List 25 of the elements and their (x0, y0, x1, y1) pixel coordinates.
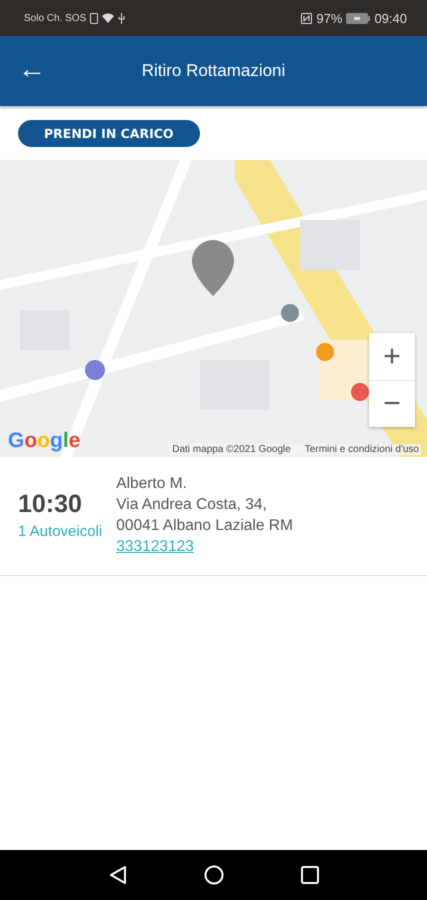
address-line: 00041 Albano Laziale RM (116, 516, 293, 536)
pickup-time: 10:30 (18, 490, 83, 519)
map-attribution: Dati mappa ©2021 Google (172, 444, 291, 455)
carrier-text: Solo Ch. SOS (24, 12, 86, 24)
square-icon (300, 866, 318, 884)
sim-icon (90, 12, 98, 24)
map-logo: Google (8, 429, 80, 453)
address-line: Via Andrea Costa, 34, (116, 495, 268, 515)
usb-icon (118, 12, 126, 24)
battery-text: 97% (316, 10, 342, 26)
vehicle-count: 1 Autoveicoli (18, 523, 102, 540)
zoom-in-button[interactable]: + (369, 333, 415, 380)
nfc-icon (301, 12, 312, 24)
take-charge-button[interactable]: PRENDI IN CARICO (18, 120, 200, 146)
screen-title: Ritiro Rottamazioni (142, 61, 286, 81)
zoom-out-button[interactable]: − (369, 380, 415, 427)
terms-link[interactable]: Termini e condizioni d'uso (304, 444, 419, 455)
pickup-row[interactable]: 10:30 1 Autoveicoli Alberto M. Via Andrea Costa, 34, 00041 Albano Laziale RM 333123123 (0, 457, 427, 576)
customer-name: Alberto M. (116, 474, 188, 494)
wifi-icon (102, 13, 114, 23)
battery-icon (346, 12, 370, 24)
back-button[interactable]: ← (12, 55, 52, 87)
back-triangle-icon (108, 865, 126, 885)
clock-text: 09:40 (374, 10, 407, 26)
home-circle-icon (204, 865, 224, 885)
